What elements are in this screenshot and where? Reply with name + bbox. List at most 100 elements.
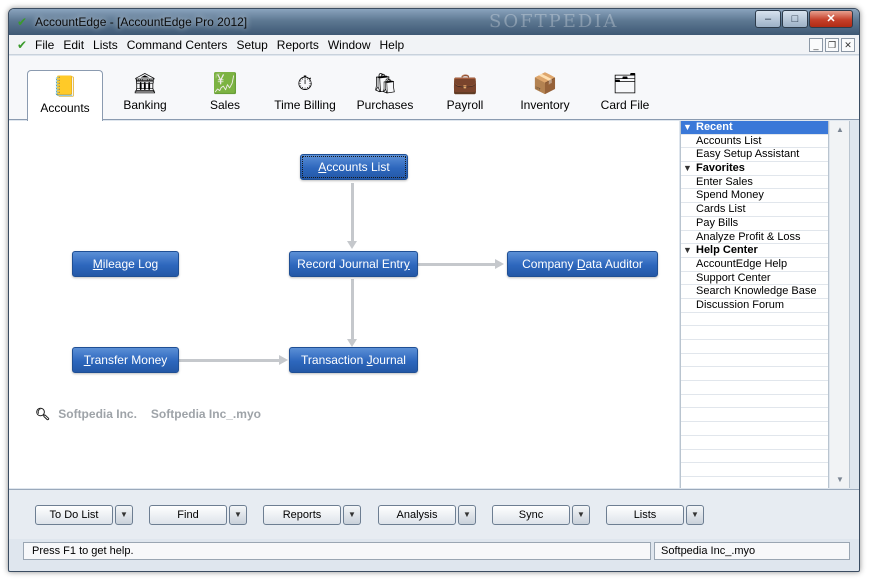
bank-icon: 🏛 <box>132 73 158 95</box>
arrow-head <box>347 241 357 249</box>
menu-items: File Edit Lists Command Centers Setup Re… <box>35 38 413 52</box>
purchase-bag-icon: 🛍 <box>372 73 398 95</box>
empty-row <box>681 367 828 382</box>
chevron-down-icon[interactable]: ▼ <box>572 505 590 525</box>
menu-reports[interactable]: Reports <box>277 38 319 52</box>
analysis-button[interactable]: Analysis <box>378 505 456 525</box>
tab-label: Accounts <box>40 101 90 115</box>
arrow-head <box>347 339 357 347</box>
connector-arrow <box>417 263 497 266</box>
sidebar-link[interactable]: Analyze Profit & Loss <box>681 231 828 245</box>
record-journal-entry-button[interactable]: Record Journal Entry <box>289 251 418 277</box>
tab-banking[interactable]: 🏛 Banking <box>107 66 183 118</box>
to-do-list-button[interactable]: To Do List <box>35 505 113 525</box>
reports-group: Reports ▼ <box>263 505 361 525</box>
chevron-down-icon[interactable]: ▼ <box>115 505 133 525</box>
find-button[interactable]: Find <box>149 505 227 525</box>
maximize-button[interactable]: □ <box>782 10 808 28</box>
sidebar-link[interactable]: Cards List <box>681 203 828 217</box>
help-center-header[interactable]: ▼ Help Center <box>681 244 828 258</box>
tab-time-billing[interactable]: ⏱ Time Billing <box>267 66 343 118</box>
analysis-group: Analysis ▼ <box>378 505 476 525</box>
empty-row <box>681 463 828 477</box>
shortcuts-panel: ▼ Recent Accounts List Easy Setup Assista… <box>680 121 829 488</box>
hand-truck-icon: 📦 <box>532 73 558 95</box>
bottom-toolbar: To Do List ▼ Find ▼ Reports ▼ Analysis ▼… <box>9 489 859 539</box>
tab-label: Purchases <box>356 98 414 112</box>
company-data-auditor-button[interactable]: Company Data Auditor <box>507 251 658 277</box>
empty-row <box>681 313 828 327</box>
stopwatch-icon: ⏱ <box>297 73 313 95</box>
empty-row <box>681 326 828 340</box>
chevron-down-icon[interactable]: ▼ <box>686 505 704 525</box>
status-help-text: Press F1 to get help. <box>23 542 651 560</box>
transfer-money-button[interactable]: Transfer Money <box>72 347 179 373</box>
menu-lists[interactable]: Lists <box>93 38 118 52</box>
document-icon[interactable]: ✔ <box>17 38 27 52</box>
favorites-header[interactable]: ▼ Favorites <box>681 162 828 176</box>
sidebar-link[interactable]: AccountEdge Help <box>681 258 828 272</box>
collapse-triangle-icon: ▼ <box>683 245 692 256</box>
menu-setup[interactable]: Setup <box>236 38 267 52</box>
empty-row <box>681 422 828 436</box>
scroll-down-icon[interactable]: ▼ <box>835 475 845 484</box>
tab-accounts[interactable]: 📒 Accounts <box>27 70 103 121</box>
tab-sales[interactable]: 💹 Sales <box>187 66 263 118</box>
sidebar-link[interactable]: Search Knowledge Base <box>681 285 828 299</box>
todo-group: To Do List ▼ <box>35 505 133 525</box>
menu-command-centers[interactable]: Command Centers <box>127 38 228 52</box>
status-bar: Press F1 to get help. Softpedia Inc_.myo <box>9 540 859 562</box>
app-window: ✔ AccountEdge - [AccountEdge Pro 2012] S… <box>8 8 860 572</box>
recent-header[interactable]: ▼ Recent <box>681 121 828 135</box>
empty-row <box>681 354 828 368</box>
menu-help[interactable]: Help <box>380 38 405 52</box>
command-center-tabs: 📒 Accounts 🏛 Banking 💹 Sales ⏱ Time Bill… <box>9 56 859 121</box>
tab-card-file[interactable]: 🗂 Card File <box>587 66 663 118</box>
title-bar[interactable]: ✔ AccountEdge - [AccountEdge Pro 2012] S… <box>9 9 859 35</box>
window-title: AccountEdge - [AccountEdge Pro 2012] <box>35 15 248 29</box>
sidebar-link[interactable]: Spend Money <box>681 189 828 204</box>
card-file-icon: 🗂 <box>612 73 638 95</box>
sidebar-link[interactable]: Enter Sales <box>681 176 828 190</box>
shortcuts-scrollbar[interactable]: ▲ ▼ <box>830 121 850 488</box>
chevron-down-icon[interactable]: ▼ <box>343 505 361 525</box>
sync-button[interactable]: Sync <box>492 505 570 525</box>
sidebar-link[interactable]: Pay Bills <box>681 217 828 231</box>
menu-edit[interactable]: Edit <box>63 38 84 52</box>
menu-file[interactable]: File <box>35 38 54 52</box>
empty-row <box>681 340 828 354</box>
mdi-minimize-button[interactable]: _ <box>809 38 823 52</box>
mdi-restore-button[interactable]: ❐ <box>825 38 839 52</box>
connector-arrow <box>351 183 354 245</box>
sidebar-link[interactable]: Easy Setup Assistant <box>681 148 828 163</box>
tab-purchases[interactable]: 🛍 Purchases <box>347 66 423 118</box>
mdi-close-button[interactable]: ✕ <box>841 38 855 52</box>
mileage-log-button[interactable]: Mileage Log <box>72 251 179 277</box>
collapse-triangle-icon: ▼ <box>683 163 692 174</box>
tab-label: Sales <box>209 98 241 112</box>
tab-payroll[interactable]: 💼 Payroll <box>427 66 503 118</box>
app-logo-icon: ✔ <box>17 15 28 29</box>
scroll-up-icon[interactable]: ▲ <box>835 125 845 134</box>
tab-inventory[interactable]: 📦 Inventory <box>507 66 583 118</box>
connector-arrow <box>179 359 281 362</box>
minimize-button[interactable]: – <box>755 10 781 28</box>
chevron-down-icon[interactable]: ▼ <box>229 505 247 525</box>
sidebar-link[interactable]: Accounts List <box>681 135 828 149</box>
connector-arrow <box>351 279 354 341</box>
reports-button[interactable]: Reports <box>263 505 341 525</box>
payroll-briefcase-icon: 💼 <box>452 73 478 95</box>
lists-button[interactable]: Lists <box>606 505 684 525</box>
close-button[interactable]: ✕ <box>809 10 853 28</box>
accounts-list-button[interactable]: Accounts List <box>300 154 408 180</box>
arrow-head <box>495 259 504 269</box>
transaction-journal-button[interactable]: Transaction Journal <box>289 347 418 373</box>
menu-bar: ✔ File Edit Lists Command Centers Setup … <box>9 35 859 55</box>
menu-window[interactable]: Window <box>328 38 371 52</box>
chevron-down-icon[interactable]: ▼ <box>458 505 476 525</box>
sidebar-link[interactable]: Support Center <box>681 272 828 286</box>
sidebar-link[interactable]: Discussion Forum <box>681 299 828 313</box>
find-group: Find ▼ <box>149 505 247 525</box>
magnifier-icon[interactable]: 🔍︎ <box>35 407 50 421</box>
empty-row <box>681 436 828 450</box>
